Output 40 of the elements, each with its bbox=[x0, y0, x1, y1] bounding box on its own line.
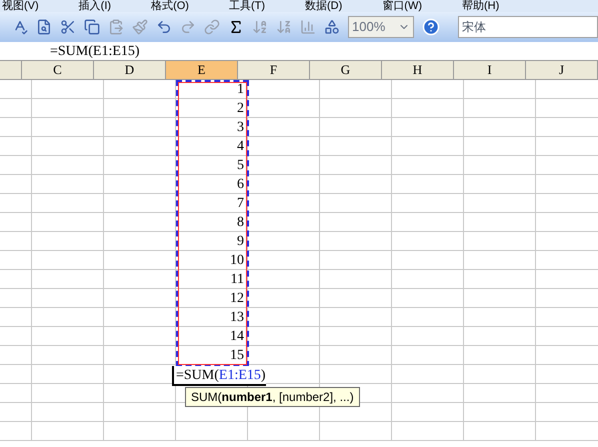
editing-cell[interactable]: =SUM(E1:E15) bbox=[172, 366, 266, 386]
column-header[interactable]: C bbox=[22, 61, 94, 79]
zoom-dropdown[interactable]: 100% bbox=[348, 16, 414, 38]
function-tooltip: SUM(number1, [number2], ...) bbox=[185, 387, 360, 407]
cell-value: 3 bbox=[237, 118, 244, 136]
column-header[interactable]: H bbox=[382, 61, 454, 79]
cell-value: 8 bbox=[237, 214, 244, 230]
formula-text[interactable]: =SUM(E1:E15) bbox=[50, 42, 140, 60]
column-header[interactable]: G bbox=[310, 61, 382, 79]
column-header[interactable]: J bbox=[526, 61, 598, 79]
cell-value: 6 bbox=[237, 176, 244, 192]
menu-item[interactable]: 窗口(W) bbox=[382, 0, 422, 12]
copy-icon[interactable] bbox=[84, 19, 100, 35]
cell-value: 9 bbox=[237, 232, 244, 250]
cell-value: 2 bbox=[237, 100, 244, 116]
menu-item[interactable]: 格式(O) bbox=[151, 0, 189, 12]
menu-item[interactable]: 工具(T) bbox=[228, 0, 265, 12]
column-header[interactable]: I bbox=[454, 61, 526, 79]
cell-value: 11 bbox=[230, 270, 244, 288]
cut-icon[interactable] bbox=[60, 19, 76, 35]
menu-item[interactable]: 帮助(H) bbox=[462, 0, 500, 12]
cell-value: 14 bbox=[230, 328, 244, 344]
column-header[interactable]: E bbox=[166, 61, 238, 79]
menu-item[interactable]: 视图(V) bbox=[2, 0, 39, 12]
cell-value: 13 bbox=[230, 308, 244, 326]
font-dropdown[interactable]: 宋体 bbox=[458, 16, 598, 38]
cell-value: 15 bbox=[230, 346, 244, 364]
column-header[interactable]: F bbox=[238, 61, 310, 79]
cell-value: 12 bbox=[230, 290, 244, 306]
shapes-icon[interactable] bbox=[324, 19, 340, 35]
menu-item[interactable]: 插入(I) bbox=[78, 0, 112, 12]
undo-icon[interactable] bbox=[156, 19, 172, 35]
cell-value: 1 bbox=[237, 80, 244, 98]
help-icon[interactable] bbox=[422, 18, 440, 36]
menu-item[interactable]: 数据(D) bbox=[305, 0, 342, 12]
cell-value: 5 bbox=[237, 156, 244, 174]
research-icon[interactable] bbox=[36, 19, 52, 35]
cell-value: 7 bbox=[237, 194, 244, 212]
cell-value: 10 bbox=[230, 252, 244, 268]
cell-value: 4 bbox=[237, 138, 244, 154]
